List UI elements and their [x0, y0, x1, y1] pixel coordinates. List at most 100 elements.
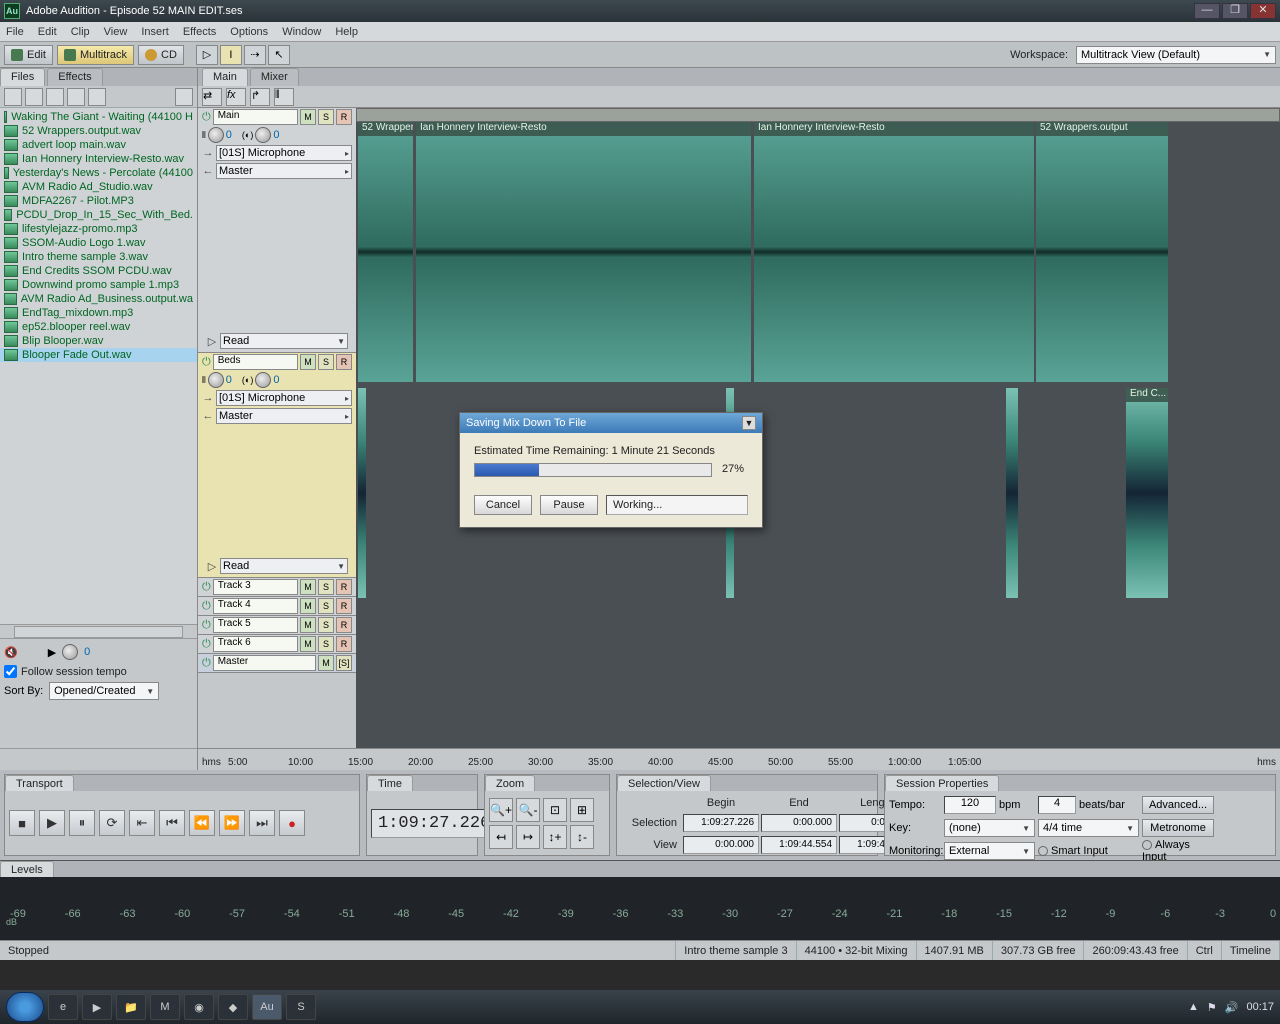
pause-button[interactable]: ⏸ [69, 810, 95, 836]
record-button[interactable]: ● [279, 810, 305, 836]
tab-session-properties[interactable]: Session Properties [885, 775, 999, 791]
view-end[interactable]: 1:09:44.554 [761, 836, 837, 854]
mute-button[interactable]: M [300, 354, 316, 370]
time-ruler[interactable]: hms hms 5:0010:0015:0020:0025:0030:0035:… [198, 748, 1280, 770]
menu-window[interactable]: Window [282, 26, 321, 38]
file-item[interactable]: AVM Radio Ad_Business.output.wa [0, 292, 197, 306]
zoom-out-h-button[interactable]: 🔍- [516, 798, 540, 822]
file-item[interactable]: EndTag_mixdown.mp3 [0, 306, 197, 320]
play-button[interactable]: ▶ [39, 810, 65, 836]
track-name-input[interactable]: Master [213, 655, 316, 671]
track-power-icon[interactable]: ⏻ [202, 657, 211, 670]
track-name-input[interactable]: Track 6 [213, 636, 298, 652]
swap-button[interactable]: ⇄ [202, 88, 222, 106]
vol-knob[interactable] [208, 127, 224, 143]
zoom-sel-button[interactable]: ⊞ [570, 798, 594, 822]
dialog-titlebar[interactable]: Saving Mix Down To File ▼ [460, 413, 762, 433]
arm-record-button[interactable]: R [336, 617, 352, 633]
hscrollbar[interactable] [14, 626, 183, 638]
options-button[interactable] [175, 88, 193, 106]
zoom-in-h-button[interactable]: 🔍+ [489, 798, 513, 822]
edit-file-button[interactable] [46, 88, 64, 106]
file-list[interactable]: Waking The Giant - Waiting (44100 H52 Wr… [0, 108, 197, 624]
tool-hybrid[interactable]: ▷ [196, 45, 218, 65]
menu-insert[interactable]: Insert [141, 26, 169, 38]
zoom-full-button[interactable]: ⊡ [543, 798, 567, 822]
tab-levels[interactable]: Levels [0, 861, 54, 877]
taskbar-media-icon[interactable]: ▶ [82, 994, 112, 1020]
mode-edit-button[interactable]: Edit [4, 45, 53, 65]
solo-button[interactable]: S [318, 354, 334, 370]
play-looped-button[interactable]: ⟳ [99, 810, 125, 836]
track-name-input[interactable]: Track 3 [213, 579, 298, 595]
track-power-icon[interactable]: ⏻ [202, 600, 211, 613]
close-file-button[interactable] [25, 88, 43, 106]
file-item[interactable]: End Credits SSOM PCDU.wav [0, 264, 197, 278]
sends-button[interactable]: ↱ [250, 88, 270, 106]
track-header[interactable]: ⏻BedsMSR⫴0(◐)0→[01S] Microphone▸←Master▸… [198, 353, 356, 578]
monitoring-dropdown[interactable]: External▼ [944, 842, 1035, 860]
file-item[interactable]: Intro theme sample 3.wav [0, 250, 197, 264]
file-item[interactable]: Blip Blooper.wav [0, 334, 197, 348]
beats-input[interactable]: 4 [1038, 796, 1076, 814]
tool-scrub[interactable]: ↖ [268, 45, 290, 65]
window-maximize-button[interactable]: ❐ [1222, 3, 1248, 19]
timesig-dropdown[interactable]: 4/4 time▼ [1038, 819, 1139, 837]
insert-multitrack-button[interactable] [67, 88, 85, 106]
arm-record-button[interactable]: R [336, 598, 352, 614]
track-header[interactable]: ⏻Track 3MSR [198, 578, 356, 597]
zoom-in-left-button[interactable]: ↤ [489, 825, 513, 849]
track-header[interactable]: ⏻Track 4MSR [198, 597, 356, 616]
output-dropdown[interactable]: Master▸ [216, 163, 352, 179]
file-item[interactable]: advert loop main.wav [0, 138, 197, 152]
prev-marker-button[interactable]: ⏮ [159, 810, 185, 836]
menu-options[interactable]: Options [230, 26, 268, 38]
file-item[interactable]: Downwind promo sample 1.mp3 [0, 278, 197, 292]
track-header[interactable]: ⏻Track 5MSR [198, 616, 356, 635]
mute-button[interactable]: M [300, 617, 316, 633]
arm-record-button[interactable]: R [336, 354, 352, 370]
audio-clip[interactable] [358, 388, 366, 598]
file-item[interactable]: Yesterday's News - Percolate (44100 [0, 166, 197, 180]
ffwd-button[interactable]: ⏩ [219, 810, 245, 836]
file-item[interactable]: SSOM-Audio Logo 1.wav [0, 236, 197, 250]
taskbar-ie-icon[interactable]: e [48, 994, 78, 1020]
tab-transport[interactable]: Transport [5, 775, 74, 791]
tab-selection-view[interactable]: Selection/View [617, 775, 711, 791]
arm-record-button[interactable]: R [336, 579, 352, 595]
output-dropdown[interactable]: Master▸ [216, 408, 352, 424]
solo-button[interactable]: S [318, 617, 334, 633]
track-name-input[interactable]: Main [213, 109, 298, 125]
input-dropdown[interactable]: [01S] Microphone▸ [216, 390, 352, 406]
mute-button[interactable]: M [300, 109, 316, 125]
audio-clip[interactable] [754, 122, 1034, 382]
vol-knob[interactable] [208, 372, 224, 388]
taskbar-skype-icon[interactable]: S [286, 994, 316, 1020]
stop-button[interactable]: ■ [9, 810, 35, 836]
solo-button[interactable]: S [318, 636, 334, 652]
arm-record-button[interactable]: R [336, 636, 352, 652]
track-power-icon[interactable]: ⏻ [202, 111, 211, 124]
taskbar-chrome-icon[interactable]: ◉ [184, 994, 214, 1020]
file-item[interactable]: MDFA2267 - Pilot.MP3 [0, 194, 197, 208]
solo-button[interactable]: [S] [336, 655, 352, 671]
mute-button[interactable]: M [318, 655, 334, 671]
tab-effects[interactable]: Effects [47, 68, 102, 86]
track-name-input[interactable]: Track 5 [213, 617, 298, 633]
tab-files[interactable]: Files [0, 68, 45, 86]
audio-clip[interactable] [416, 122, 751, 382]
tab-mixer[interactable]: Mixer [250, 68, 299, 86]
play-preview-button[interactable]: ▶ [48, 646, 56, 659]
taskbar-explorer-icon[interactable]: 📁 [116, 994, 146, 1020]
file-item[interactable]: lifestylejazz-promo.mp3 [0, 222, 197, 236]
view-begin[interactable]: 0:00.000 [683, 836, 759, 854]
overview-scrollbar[interactable] [356, 108, 1280, 122]
file-item[interactable]: 52 Wrappers.output.wav [0, 124, 197, 138]
pan-knob[interactable] [255, 127, 271, 143]
taskbar-app1-icon[interactable]: ◆ [218, 994, 248, 1020]
file-item[interactable]: ep52.blooper reel.wav [0, 320, 197, 334]
menu-help[interactable]: Help [335, 26, 358, 38]
tab-main[interactable]: Main [202, 68, 248, 86]
mode-multitrack-button[interactable]: Multitrack [57, 45, 134, 65]
tab-time[interactable]: Time [367, 775, 413, 791]
